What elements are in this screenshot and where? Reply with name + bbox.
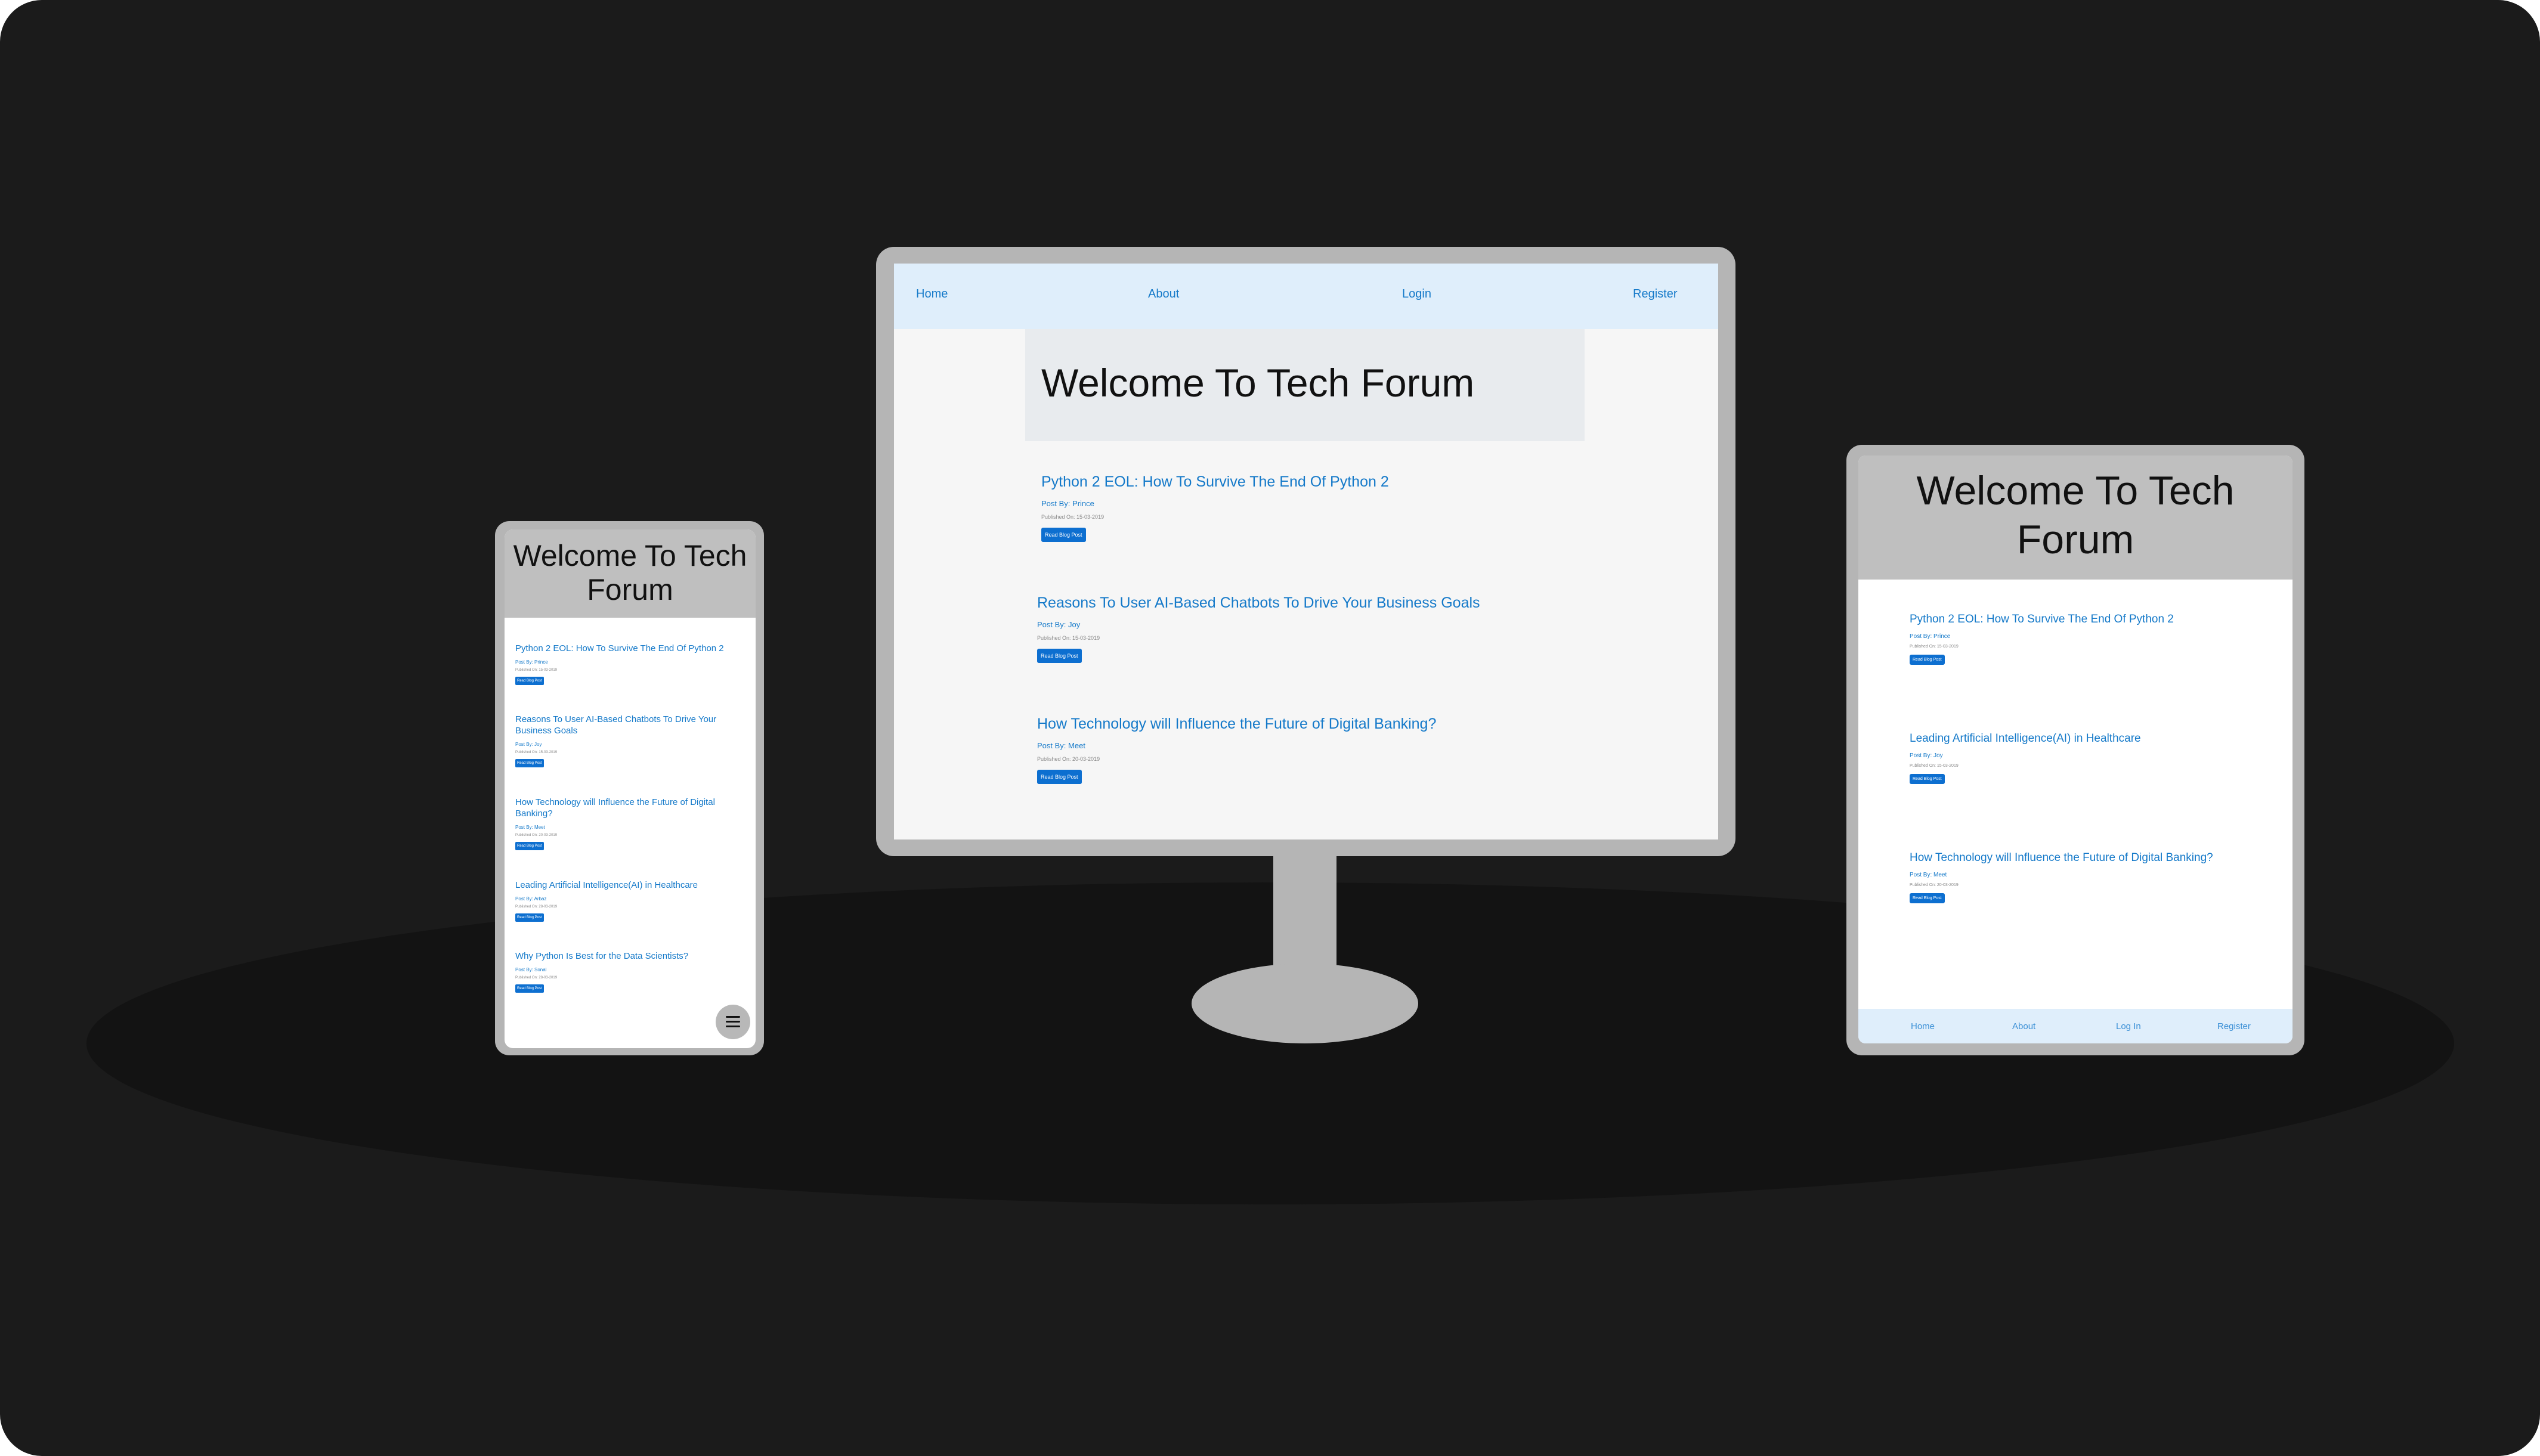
desktop-nav-bar: Home About Login Register bbox=[894, 264, 1718, 329]
read-blog-post-button[interactable]: Read Blog Post bbox=[515, 759, 544, 767]
nav-home-link[interactable]: Home bbox=[916, 287, 948, 301]
post-date: Published On: 20-03-2019 bbox=[1910, 883, 1959, 887]
read-blog-post-button[interactable]: Read Blog Post bbox=[515, 984, 544, 993]
mockup-canvas: Home About Login Register Welcome To Tec… bbox=[0, 0, 2540, 1456]
post-date: Published On: 20-03-2019 bbox=[1037, 756, 1100, 762]
blog-post-card: Python 2 EOL: How To Survive The End Of … bbox=[1041, 473, 1389, 542]
post-date: Published On: 15-03-2019 bbox=[1910, 764, 1959, 768]
read-blog-post-button[interactable]: Read Blog Post bbox=[515, 842, 544, 850]
read-blog-post-button[interactable]: Read Blog Post bbox=[1910, 774, 1945, 784]
phone-header: Welcome To Tech Forum bbox=[505, 529, 756, 618]
post-title-link[interactable]: How Technology will Influence the Future… bbox=[1037, 715, 1436, 733]
post-title-link[interactable]: Python 2 EOL: How To Survive The End Of … bbox=[1041, 473, 1389, 491]
monitor-stand-neck bbox=[1273, 856, 1336, 969]
tablet-screen: Welcome To Tech Forum Python 2 EOL: How … bbox=[1858, 456, 2293, 1043]
post-author: Post By: Meet bbox=[515, 825, 545, 830]
post-date: Published On: 15-03-2019 bbox=[515, 751, 558, 754]
page-title: Welcome To Tech Forum bbox=[1916, 468, 2235, 562]
post-date: Published On: 15-03-2019 bbox=[1037, 635, 1100, 641]
post-author: Post By: Prince bbox=[515, 659, 548, 665]
post-author: Post By: Joy bbox=[515, 742, 542, 747]
read-blog-post-button[interactable]: Read Blog Post bbox=[1910, 655, 1945, 665]
read-blog-post-button[interactable]: Read Blog Post bbox=[1910, 893, 1945, 903]
nav-register-link[interactable]: Register bbox=[2217, 1021, 2251, 1031]
nav-about-link[interactable]: About bbox=[2012, 1021, 2035, 1031]
post-date: Published On: 28-03-2019 bbox=[515, 905, 558, 909]
post-date: Published On: 20-03-2019 bbox=[515, 834, 558, 837]
blog-post-card: Leading Artificial Intelligence(AI) in H… bbox=[515, 879, 742, 922]
nav-home-link[interactable]: Home bbox=[1911, 1021, 1935, 1031]
blog-post-card: Leading Artificial Intelligence(AI) in H… bbox=[1910, 732, 2141, 784]
phone-screen: Welcome To Tech Forum Python 2 EOL: How … bbox=[505, 529, 756, 1048]
read-blog-post-button[interactable]: Read Blog Post bbox=[515, 677, 544, 685]
tablet-header: Welcome To Tech Forum bbox=[1858, 456, 2293, 580]
blog-post-card: How Technology will Influence the Future… bbox=[1037, 715, 1436, 784]
tablet-bottom-nav: Home About Log In Register bbox=[1858, 1009, 2293, 1043]
post-author: Post By: Sonal bbox=[515, 967, 547, 972]
post-title-link[interactable]: Python 2 EOL: How To Survive The End Of … bbox=[515, 643, 742, 654]
post-author: Post By: Prince bbox=[1041, 499, 1094, 508]
blog-post-card: Reasons To User AI-Based Chatbots To Dri… bbox=[1037, 594, 1480, 663]
post-author: Post By: Joy bbox=[1037, 620, 1081, 629]
hamburger-menu-icon[interactable] bbox=[716, 1005, 750, 1039]
nav-register-link[interactable]: Register bbox=[1633, 287, 1677, 301]
post-title-link[interactable]: How Technology will Influence the Future… bbox=[1910, 851, 2213, 865]
post-title-link[interactable]: Python 2 EOL: How To Survive The End Of … bbox=[1910, 613, 2174, 626]
desktop-screen: Home About Login Register Welcome To Tec… bbox=[894, 264, 1718, 839]
post-author: Post By: Arbaz bbox=[515, 896, 547, 902]
blog-post-card: How Technology will Influence the Future… bbox=[1910, 851, 2213, 903]
nav-login-link[interactable]: Login bbox=[1402, 287, 1431, 301]
read-blog-post-button[interactable]: Read Blog Post bbox=[1041, 528, 1086, 542]
post-title-link[interactable]: Why Python Is Best for the Data Scientis… bbox=[515, 950, 742, 962]
post-date: Published On: 15-03-2019 bbox=[1041, 514, 1105, 520]
blog-post-card: Python 2 EOL: How To Survive The End Of … bbox=[515, 643, 742, 685]
monitor-stand-base bbox=[1192, 964, 1418, 1043]
post-date: Published On: 15-03-2019 bbox=[1910, 645, 1959, 649]
post-author: Post By: Prince bbox=[1910, 633, 1951, 640]
post-title-link[interactable]: Reasons To User AI-Based Chatbots To Dri… bbox=[515, 714, 742, 736]
post-title-link[interactable]: Leading Artificial Intelligence(AI) in H… bbox=[515, 879, 742, 891]
post-title-link[interactable]: Reasons To User AI-Based Chatbots To Dri… bbox=[1037, 594, 1480, 612]
page-title: Welcome To Tech Forum bbox=[1041, 361, 1475, 405]
desktop-hero: Welcome To Tech Forum bbox=[1025, 329, 1585, 441]
post-author: Post By: Joy bbox=[1910, 752, 1943, 759]
blog-post-card: How Technology will Influence the Future… bbox=[515, 797, 742, 850]
post-author: Post By: Meet bbox=[1037, 741, 1085, 750]
read-blog-post-button[interactable]: Read Blog Post bbox=[1037, 770, 1082, 784]
post-author: Post By: Meet bbox=[1910, 872, 1947, 878]
blog-post-card: Reasons To User AI-Based Chatbots To Dri… bbox=[515, 714, 742, 767]
read-blog-post-button[interactable]: Read Blog Post bbox=[515, 913, 544, 922]
read-blog-post-button[interactable]: Read Blog Post bbox=[1037, 649, 1082, 663]
post-date: Published On: 15-03-2019 bbox=[515, 668, 558, 672]
blog-post-card: Python 2 EOL: How To Survive The End Of … bbox=[1910, 613, 2174, 665]
post-title-link[interactable]: How Technology will Influence the Future… bbox=[515, 797, 742, 819]
nav-login-link[interactable]: Log In bbox=[2116, 1021, 2141, 1031]
nav-about-link[interactable]: About bbox=[1148, 287, 1179, 301]
page-title: Welcome To Tech Forum bbox=[513, 539, 747, 606]
blog-post-card: Why Python Is Best for the Data Scientis… bbox=[515, 950, 742, 993]
post-date: Published On: 28-03-2019 bbox=[515, 976, 558, 980]
post-title-link[interactable]: Leading Artificial Intelligence(AI) in H… bbox=[1910, 732, 2141, 745]
